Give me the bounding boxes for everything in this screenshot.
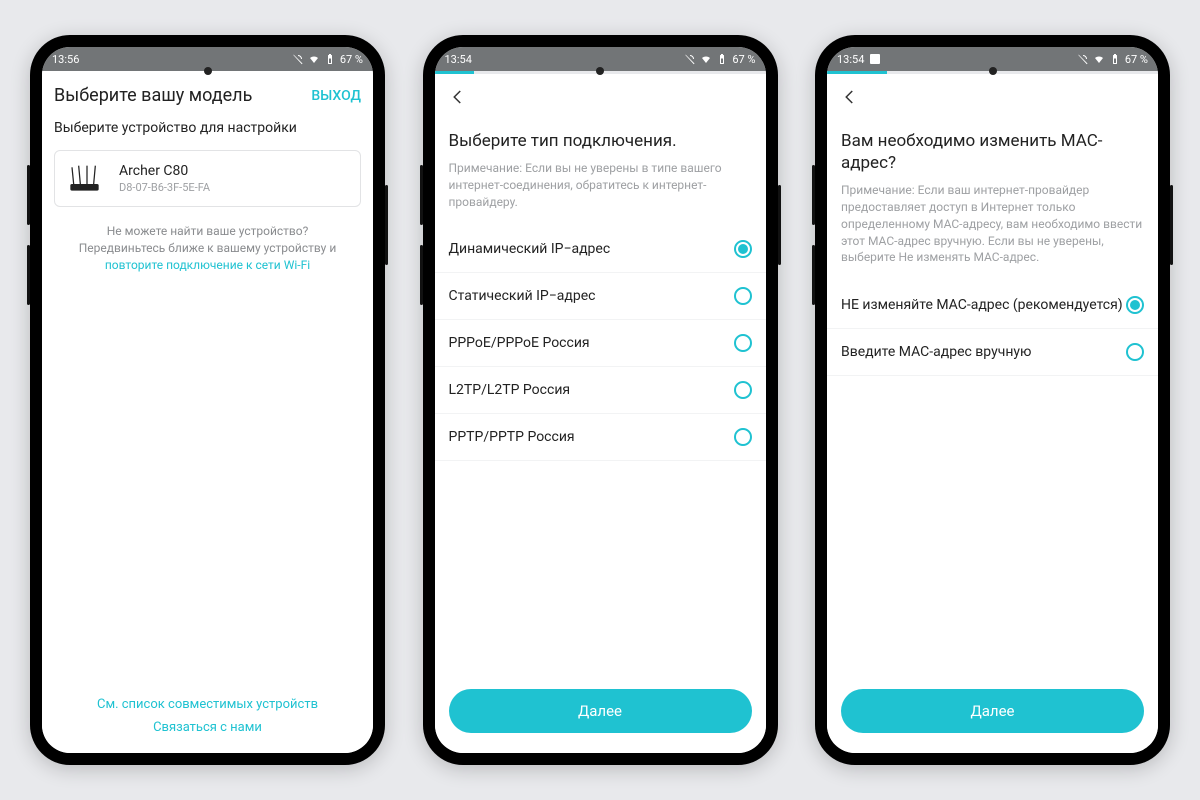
radio-icon [734, 428, 752, 446]
next-button[interactable]: Далее [449, 689, 752, 733]
wizard-note: Примечание: Если вы не уверены в типе ва… [435, 160, 766, 226]
alarm-off-icon [684, 53, 696, 65]
page-subtitle: Выберите устройство для настройки [42, 114, 373, 150]
wizard-title: Вам необходимо изменить MAC-адрес? [827, 116, 1158, 182]
option-pppoe[interactable]: PPPoE/PPPoE Россия [435, 320, 766, 367]
option-keep-mac[interactable]: НЕ изменяйте MAC-адрес (рекомендуется) [827, 282, 1158, 329]
screen-3: 13:54 67 % Вам необходимо изменить MAC-а… [827, 47, 1158, 753]
page-title: Выберите вашу модель [54, 85, 252, 106]
radio-selected-icon [734, 240, 752, 258]
status-bar: 13:54 67 % [827, 47, 1158, 71]
option-label: НЕ изменяйте MAC-адрес (рекомендуется) [841, 297, 1123, 313]
volume-down-button [27, 245, 30, 305]
device-card[interactable]: Archer C80 D8-07-B6-3F-5E-FA [54, 150, 361, 207]
option-static-ip[interactable]: Статический IP−адрес [435, 273, 766, 320]
phone-frame-2: 13:54 67 % Выберите тип подключения. При… [423, 35, 778, 765]
battery-percent: 67 % [1125, 53, 1148, 66]
volume-down-button [420, 245, 423, 305]
help-prefix: Не можете найти ваше устройство? Передви… [79, 224, 337, 255]
volume-down-button [812, 245, 815, 305]
contact-us-link[interactable]: Связаться с нами [42, 716, 373, 739]
power-button [1170, 185, 1173, 265]
option-label: Статический IP−адрес [449, 288, 596, 304]
battery-icon [324, 53, 336, 65]
status-time: 13:54 [837, 53, 864, 66]
device-name: Archer C80 [119, 163, 210, 179]
volume-up-button [27, 165, 30, 225]
exit-button[interactable]: ВЫХОД [311, 88, 361, 104]
status-time: 13:54 [445, 53, 472, 66]
alarm-off-icon [1077, 53, 1089, 65]
wizard-note: Примечание: Если ваш интернет-провайдер … [827, 182, 1158, 282]
battery-percent: 67 % [732, 53, 755, 66]
reconnect-wifi-link[interactable]: повторите подключение к сети Wi-Fi [105, 258, 310, 272]
wifi-icon [700, 53, 712, 65]
phone-frame-3: 13:54 67 % Вам необходимо изменить MAC-а… [815, 35, 1170, 765]
power-button [385, 185, 388, 265]
radio-icon [1126, 343, 1144, 361]
next-button[interactable]: Далее [841, 689, 1144, 733]
wifi-icon [1093, 53, 1105, 65]
volume-up-button [420, 165, 423, 225]
option-label: Введите MAC-адрес вручную [841, 344, 1031, 360]
screen-2: 13:54 67 % Выберите тип подключения. При… [435, 47, 766, 753]
status-bar: 13:56 67 % [42, 47, 373, 71]
status-bar: 13:54 67 % [435, 47, 766, 71]
compatible-devices-link[interactable]: См. список совместимых устройств [42, 693, 373, 716]
option-label: L2TP/L2TP Россия [449, 382, 571, 398]
radio-icon [734, 334, 752, 352]
back-button[interactable] [449, 88, 467, 106]
option-l2tp[interactable]: L2TP/L2TP Россия [435, 367, 766, 414]
wifi-icon [308, 53, 320, 65]
volume-up-button [812, 165, 815, 225]
option-label: Динамический IP−адрес [449, 241, 611, 257]
option-manual-mac[interactable]: Введите MAC-адрес вручную [827, 329, 1158, 376]
radio-selected-icon [1126, 296, 1144, 314]
battery-icon [716, 53, 728, 65]
notification-icon [870, 54, 880, 64]
help-text: Не можете найти ваше устройство? Передви… [42, 207, 373, 273]
phone-frame-1: 13:56 67 % Выберите вашу модель ВЫХОД Вы… [30, 35, 385, 765]
wizard-title: Выберите тип подключения. [435, 116, 766, 160]
battery-percent: 67 % [340, 53, 363, 66]
status-time: 13:56 [52, 53, 79, 66]
back-button[interactable] [841, 88, 859, 106]
radio-icon [734, 381, 752, 399]
screen-1: 13:56 67 % Выберите вашу модель ВЫХОД Вы… [42, 47, 373, 753]
option-dynamic-ip[interactable]: Динамический IP−адрес [435, 226, 766, 273]
router-icon [67, 164, 107, 194]
radio-icon [734, 287, 752, 305]
alarm-off-icon [292, 53, 304, 65]
option-label: PPTP/PPTP Россия [449, 429, 575, 445]
option-label: PPPoE/PPPoE Россия [449, 335, 590, 351]
battery-icon [1109, 53, 1121, 65]
device-mac: D8-07-B6-3F-5E-FA [119, 181, 210, 194]
power-button [778, 185, 781, 265]
option-pptp[interactable]: PPTP/PPTP Россия [435, 414, 766, 461]
